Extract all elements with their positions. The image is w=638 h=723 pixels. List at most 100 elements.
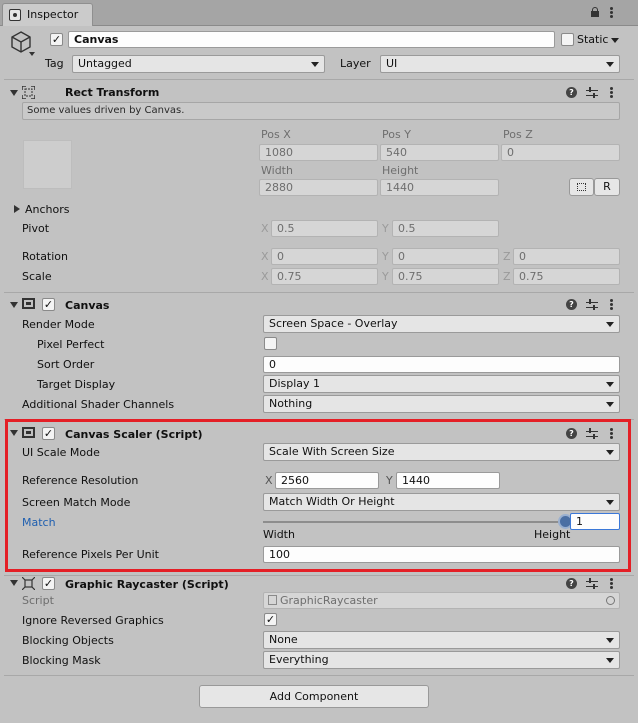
blueprint-mode-button[interactable] — [569, 178, 594, 196]
height-field[interactable]: 1440 — [380, 179, 499, 196]
pos-x-field[interactable]: 1080 — [259, 144, 378, 161]
shader-channels-label: Additional Shader Channels — [22, 398, 175, 411]
pos-z-label: Pos Z — [503, 128, 533, 141]
canvas-icon — [22, 298, 35, 309]
rot-x-axis: X — [261, 250, 269, 263]
chevron-down-icon — [311, 62, 319, 67]
component-menu-icon[interactable] — [610, 578, 613, 589]
canvas-foldout[interactable] — [10, 302, 18, 308]
raycaster-icon — [22, 577, 35, 590]
tab-menu-icon[interactable] — [610, 7, 613, 18]
chevron-down-icon — [606, 382, 614, 387]
icon-dropdown-arrow[interactable] — [29, 52, 35, 56]
pixel-perfect-checkbox[interactable] — [264, 337, 277, 350]
blocking-mask-dropdown[interactable]: Everything — [263, 651, 620, 669]
rot-y-field[interactable]: 0 — [392, 248, 499, 265]
blocking-objects-dropdown[interactable]: None — [263, 631, 620, 649]
pos-y-field[interactable]: 540 — [380, 144, 499, 161]
tab-inspector[interactable]: Inspector — [2, 3, 93, 26]
scale-x-field[interactable]: 0.75 — [271, 268, 378, 285]
pivot-x-axis: X — [261, 222, 269, 235]
component-menu-icon[interactable] — [610, 299, 613, 310]
gameobject-cube-icon — [11, 31, 31, 53]
layer-dropdown[interactable]: UI — [380, 55, 620, 73]
help-icon[interactable]: ? — [566, 87, 577, 98]
rotation-label: Rotation — [22, 250, 69, 263]
pivot-y-field[interactable]: 0.5 — [392, 220, 499, 237]
raycaster-title: Graphic Raycaster (Script) — [65, 578, 229, 591]
static-dropdown-arrow[interactable] — [611, 38, 619, 43]
raycaster-foldout[interactable] — [10, 580, 18, 586]
pos-z-field[interactable]: 0 — [501, 144, 620, 161]
sort-order-label: Sort Order — [37, 358, 95, 371]
blocking-mask-label: Blocking Mask — [22, 654, 101, 667]
anchors-foldout[interactable] — [14, 205, 20, 213]
object-picker-icon[interactable] — [606, 596, 615, 605]
canvas-enabled-checkbox[interactable]: ✓ — [42, 298, 55, 311]
render-mode-label: Render Mode — [22, 318, 95, 331]
separator — [4, 79, 634, 80]
blueprint-icon — [577, 183, 586, 191]
tag-dropdown[interactable]: Untagged — [72, 55, 325, 73]
static-checkbox[interactable] — [561, 33, 574, 46]
rect-transform-icon — [22, 86, 35, 99]
help-icon[interactable]: ? — [566, 299, 577, 310]
object-active-checkbox[interactable]: ✓ — [50, 33, 63, 46]
help-icon[interactable]: ? — [566, 578, 577, 589]
pivot-x-field[interactable]: 0.5 — [271, 220, 378, 237]
lock-icon[interactable] — [591, 7, 599, 17]
raycaster-enabled-checkbox[interactable]: ✓ — [42, 577, 55, 590]
target-display-label: Target Display — [37, 378, 116, 391]
chevron-down-icon — [606, 402, 614, 407]
render-mode-dropdown[interactable]: Screen Space - Overlay — [263, 315, 620, 333]
presets-icon[interactable] — [586, 87, 598, 98]
add-component-button[interactable]: Add Component — [199, 685, 429, 708]
scale-z-axis: Z — [503, 270, 511, 283]
pixel-perfect-label: Pixel Perfect — [37, 338, 105, 351]
inspector-icon — [9, 9, 21, 21]
blocking-objects-label: Blocking Objects — [22, 634, 114, 647]
shader-channels-dropdown[interactable]: Nothing — [263, 395, 620, 413]
ignore-reversed-checkbox[interactable]: ✓ — [264, 613, 277, 626]
width-label: Width — [261, 164, 293, 177]
sort-order-field[interactable]: 0 — [263, 356, 620, 373]
target-display-dropdown[interactable]: Display 1 — [263, 375, 620, 393]
tag-value: Untagged — [78, 57, 132, 70]
scale-y-field[interactable]: 0.75 — [392, 268, 499, 285]
rot-x-field[interactable]: 0 — [271, 248, 378, 265]
separator — [4, 675, 634, 676]
tab-bar: Inspector — [0, 0, 638, 26]
tab-label: Inspector — [27, 8, 79, 21]
blocking-objects-value: None — [269, 633, 298, 646]
scale-y-axis: Y — [382, 270, 389, 283]
rect-transform-foldout[interactable] — [10, 90, 18, 96]
object-name-input[interactable]: Canvas — [68, 31, 555, 48]
scale-z-field[interactable]: 0.75 — [513, 268, 620, 285]
tag-label: Tag — [45, 57, 64, 70]
raw-edit-button[interactable]: R — [594, 178, 620, 196]
component-menu-icon[interactable] — [610, 87, 613, 98]
width-field[interactable]: 2880 — [259, 179, 378, 196]
separator — [4, 292, 634, 293]
layer-value: UI — [386, 57, 398, 70]
add-component-label: Add Component — [269, 690, 359, 703]
anchor-preset-thumbnail[interactable] — [23, 140, 72, 189]
chevron-down-icon — [606, 62, 614, 67]
separator — [4, 575, 634, 576]
chevron-down-icon — [606, 658, 614, 663]
scale-label: Scale — [22, 270, 52, 283]
script-field[interactable]: GraphicRaycaster — [263, 592, 620, 609]
raw-edit-label: R — [603, 180, 611, 193]
rot-y-axis: Y — [382, 250, 389, 263]
script-value: GraphicRaycaster — [280, 594, 378, 607]
canvas-title: Canvas — [65, 299, 110, 312]
presets-icon[interactable] — [586, 578, 598, 589]
rot-z-field[interactable]: 0 — [513, 248, 620, 265]
scale-x-axis: X — [261, 270, 269, 283]
highlight-box — [5, 419, 631, 572]
pos-x-label: Pos X — [261, 128, 291, 141]
presets-icon[interactable] — [586, 299, 598, 310]
chevron-down-icon — [606, 638, 614, 643]
target-display-value: Display 1 — [269, 377, 321, 390]
anchors-label: Anchors — [25, 203, 70, 216]
